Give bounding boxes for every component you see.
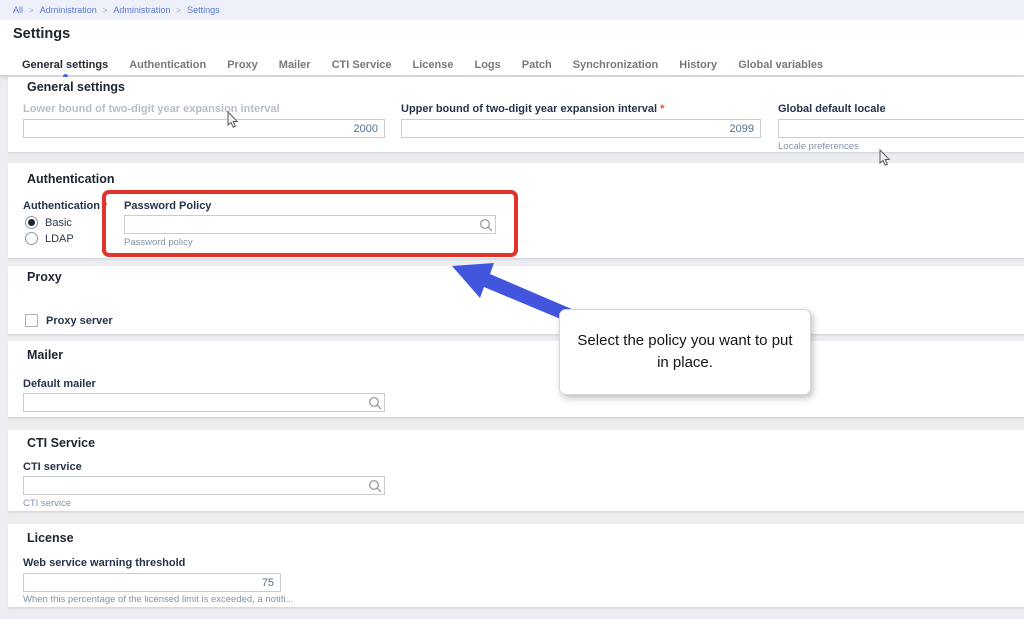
page-header: Settings General settings Authentication…: [0, 20, 1024, 76]
radio-ldap[interactable]: LDAP: [25, 232, 74, 245]
password-policy-label: Password Policy: [124, 200, 211, 212]
default-mailer-lookup: [23, 393, 385, 412]
global-locale-label: Global default locale: [778, 103, 886, 115]
radio-basic-circle: [25, 216, 38, 229]
license-threshold-helper: When this percentage of the licensed lim…: [23, 594, 293, 605]
default-mailer-input[interactable]: [23, 393, 385, 412]
locale-preferences-helper: Locale preferences: [778, 141, 859, 152]
section-proxy: Proxy Proxy server: [8, 266, 1024, 335]
tab-cti-service[interactable]: CTI Service: [332, 59, 392, 71]
upper-bound-label: Upper bound of two-digit year expansion …: [401, 103, 664, 115]
radio-basic[interactable]: Basic: [25, 216, 72, 229]
cti-service-helper: CTI service: [23, 498, 71, 509]
section-heading-proxy: Proxy: [27, 270, 62, 284]
section-heading-authentication: Authentication: [27, 172, 115, 186]
global-locale-input[interactable]: [778, 119, 1024, 138]
authentication-field-label: Authentication *: [23, 200, 107, 212]
annotation-tooltip: Select the policy you want to put in pla…: [559, 309, 811, 395]
proxy-server-label: Proxy server: [46, 315, 113, 327]
breadcrumb-item-administration[interactable]: Administration: [40, 5, 97, 15]
section-cti-service: CTI Service CTI service CTI service: [8, 430, 1024, 512]
breadcrumb-item-all[interactable]: All: [13, 5, 23, 15]
tab-strip: General settings Authentication Proxy Ma…: [0, 53, 1024, 76]
password-policy-input[interactable]: [124, 215, 496, 234]
page-title: Settings: [13, 26, 70, 42]
tab-label: General settings: [22, 59, 108, 71]
section-license: License Web service warning threshold Wh…: [8, 524, 1024, 608]
proxy-server-checkbox[interactable]: Proxy server: [25, 314, 113, 327]
tab-synchronization[interactable]: Synchronization: [573, 59, 659, 71]
tab-patch[interactable]: Patch: [522, 59, 552, 71]
section-heading-license: License: [27, 531, 74, 545]
required-marker: *: [660, 103, 664, 115]
web-service-threshold-input[interactable]: [23, 573, 281, 592]
radio-ldap-label: LDAP: [45, 233, 74, 245]
section-heading-general: General settings: [27, 80, 125, 94]
password-policy-helper: Password policy: [124, 237, 193, 248]
section-authentication: Authentication Authentication * Basic LD…: [8, 163, 1024, 259]
search-icon[interactable]: [368, 479, 382, 493]
cti-service-label: CTI service: [23, 461, 82, 473]
lower-bound-input[interactable]: [23, 119, 385, 138]
settings-page: All > Administration > Administration > …: [0, 0, 1024, 619]
section-heading-mailer: Mailer: [27, 348, 63, 362]
upper-bound-label-text: Upper bound of two-digit year expansion …: [401, 103, 657, 115]
section-heading-cti: CTI Service: [27, 436, 95, 450]
password-policy-lookup: [124, 215, 496, 234]
search-icon[interactable]: [479, 218, 493, 232]
upper-bound-input[interactable]: [401, 119, 761, 138]
breadcrumb-separator: >: [103, 6, 108, 15]
tab-general-settings[interactable]: General settings: [22, 59, 108, 71]
tab-history[interactable]: History: [679, 59, 717, 71]
lower-bound-label: Lower bound of two-digit year expansion …: [23, 103, 280, 115]
tab-global-variables[interactable]: Global variables: [738, 59, 823, 71]
breadcrumb-separator: >: [29, 6, 34, 15]
cti-service-input[interactable]: [23, 476, 385, 495]
tab-authentication[interactable]: Authentication: [129, 59, 206, 71]
web-service-threshold-label: Web service warning threshold: [23, 557, 185, 569]
tab-mailer[interactable]: Mailer: [279, 59, 311, 71]
annotation-tooltip-text: Select the policy you want to put in pla…: [574, 330, 796, 374]
breadcrumb-item-settings[interactable]: Settings: [187, 5, 220, 15]
breadcrumb: All > Administration > Administration > …: [0, 0, 1024, 20]
authentication-label-text: Authentication: [23, 200, 100, 212]
required-marker: *: [103, 200, 107, 212]
default-mailer-label: Default mailer: [23, 378, 96, 390]
tab-logs[interactable]: Logs: [474, 59, 500, 71]
cti-service-lookup: [23, 476, 385, 495]
section-general-settings: General settings Lower bound of two-digi…: [8, 77, 1024, 153]
tab-proxy[interactable]: Proxy: [227, 59, 258, 71]
radio-ldap-circle: [25, 232, 38, 245]
checkbox-box: [25, 314, 38, 327]
breadcrumb-item-administration-2[interactable]: Administration: [113, 5, 170, 15]
search-icon[interactable]: [368, 396, 382, 410]
breadcrumb-separator: >: [176, 6, 181, 15]
tab-license[interactable]: License: [413, 59, 454, 71]
section-mailer: Mailer Default mailer: [8, 341, 1024, 418]
radio-basic-label: Basic: [45, 217, 72, 229]
